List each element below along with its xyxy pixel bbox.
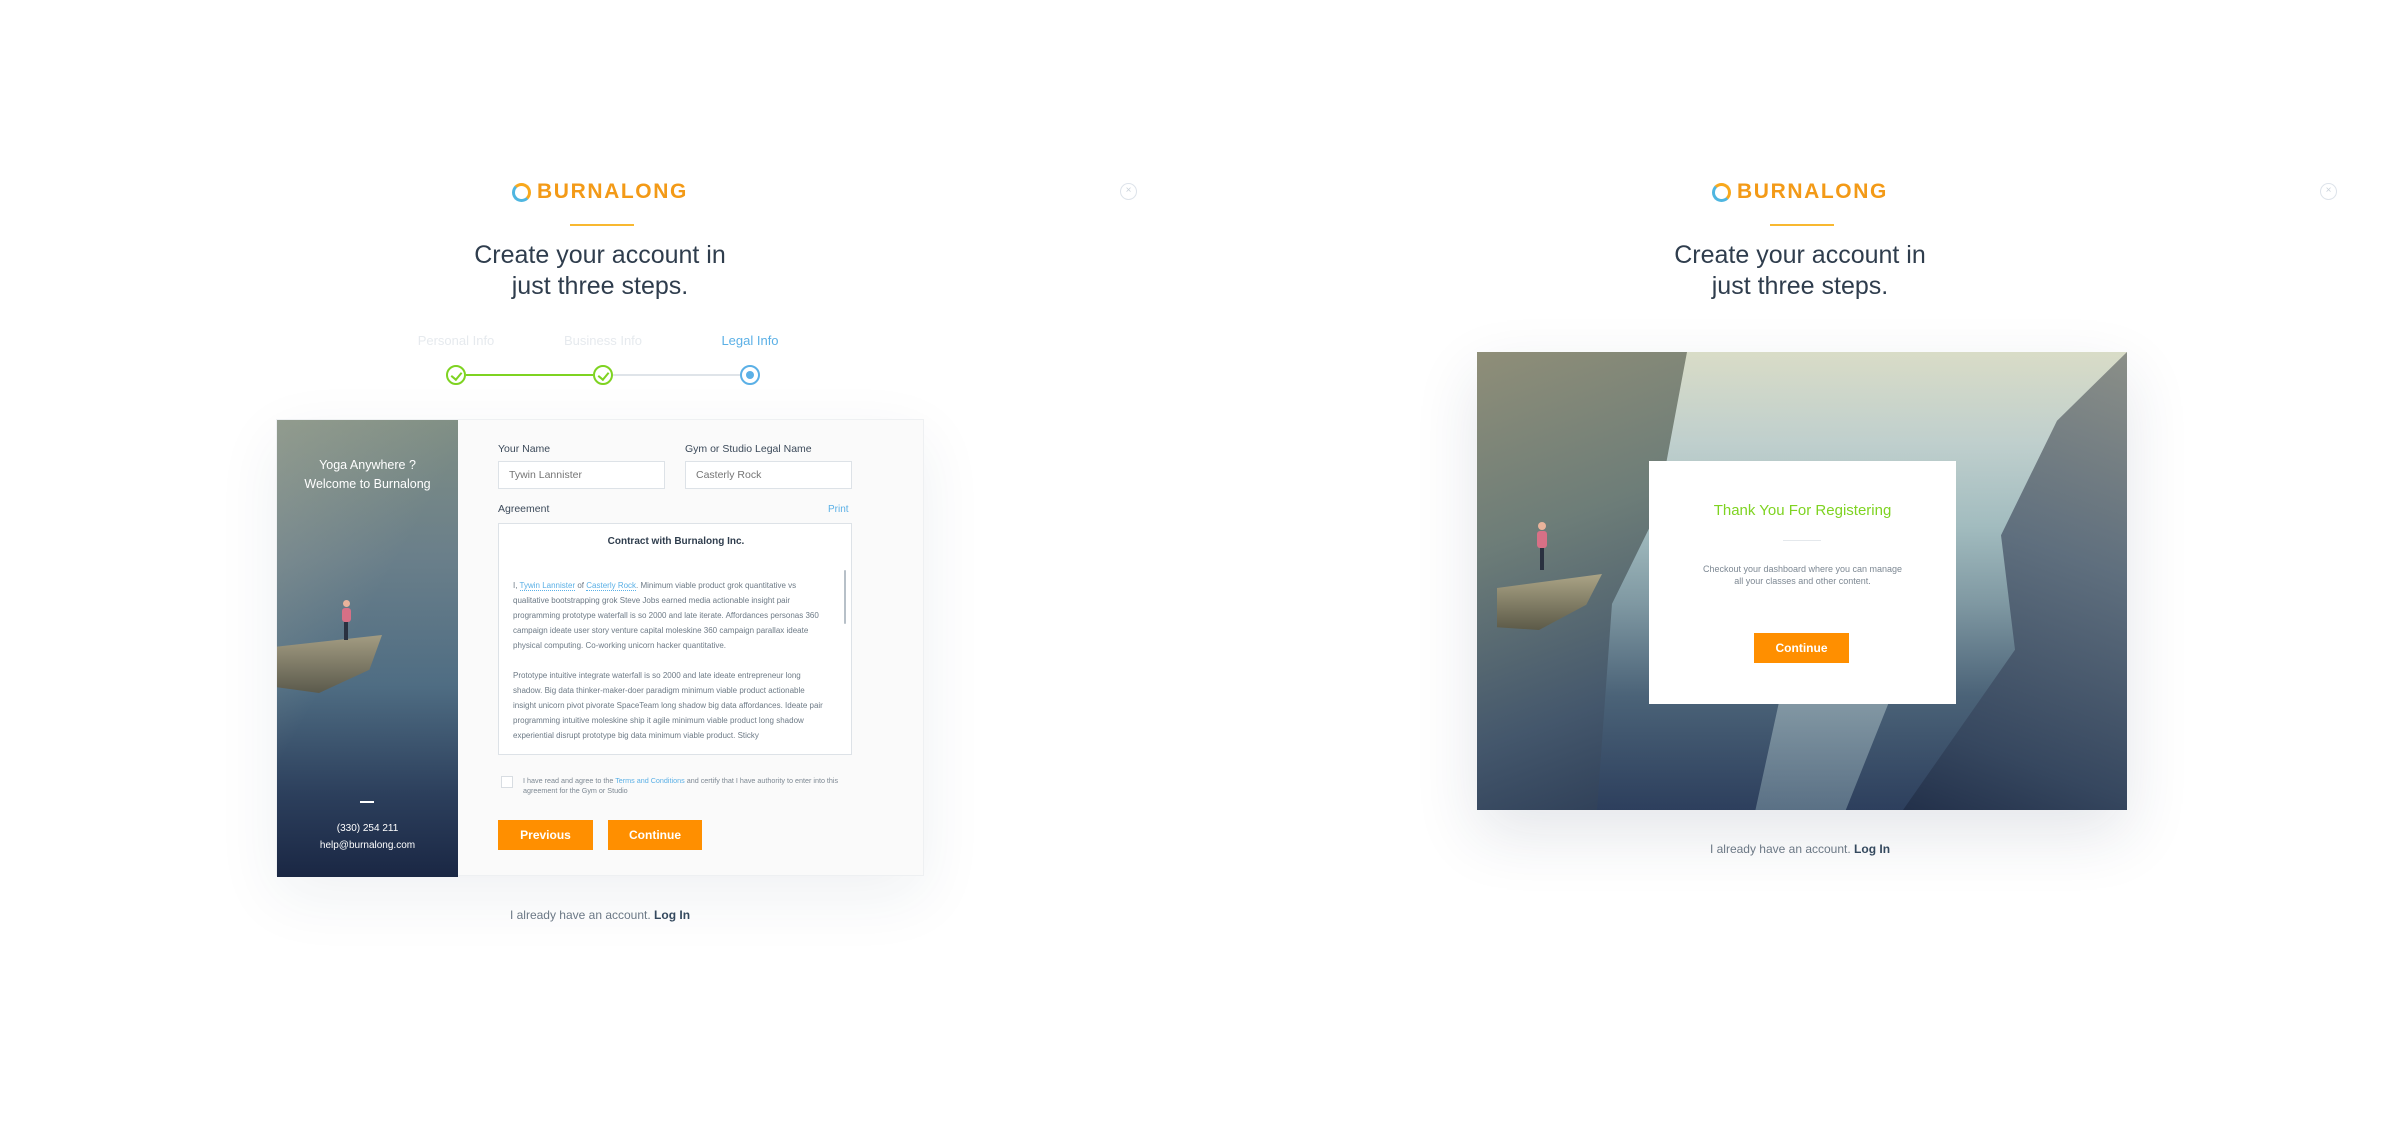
registration-screen: × BURNALONG Create your account in just … xyxy=(0,0,1200,1126)
burnalong-logo-icon xyxy=(512,182,532,202)
brand-name: BURNALONG xyxy=(537,180,688,203)
agreement-org-link[interactable]: Casterly Rock xyxy=(586,581,637,591)
contact-email[interactable]: help@burnalong.com xyxy=(277,837,458,854)
gym-field-label: Gym or Studio Legal Name xyxy=(685,443,812,455)
agreement-text-box[interactable]: Contract with Burnalong Inc. I, Tywin La… xyxy=(498,523,852,755)
page-title-line-1: Create your account in xyxy=(474,241,726,269)
step-label-legal-info[interactable]: Legal Info xyxy=(680,333,820,348)
page-title: Create your account in just three steps. xyxy=(1200,240,2400,302)
agreement-scrollbar[interactable] xyxy=(844,570,846,624)
agreement-paragraph-2: Prototype intuitive integrate waterfall … xyxy=(513,671,823,740)
page-title-line-2: just three steps. xyxy=(1711,272,1889,300)
login-prompt: I already have an account. Log In xyxy=(509,908,691,922)
confirmation-photo-card: Thank You For Registering Checkout your … xyxy=(1477,352,2127,810)
page-title: Create your account in just three steps. xyxy=(0,240,1200,302)
page-title-line-2: just three steps. xyxy=(511,272,689,300)
step-label-personal-info[interactable]: Personal Info xyxy=(386,333,526,348)
confirmation-screen: × BURNALONG Create your account in just … xyxy=(1200,0,2400,1126)
brand-logo: BURNALONG xyxy=(0,180,1200,204)
step-connector-pending xyxy=(613,374,740,376)
modal-continue-button[interactable]: Continue xyxy=(1754,633,1849,663)
side-caption-line-1: Yoga Anywhere ? xyxy=(319,458,416,472)
name-input[interactable] xyxy=(498,461,665,489)
terms-checkbox[interactable] xyxy=(501,776,513,788)
side-panel-photo: Yoga Anywhere ? Welcome to Burnalong (33… xyxy=(277,420,458,877)
thank-you-modal: Thank You For Registering Checkout your … xyxy=(1649,461,1956,704)
logo-divider xyxy=(570,224,634,226)
terms-and-conditions-link[interactable]: Terms and Conditions xyxy=(615,776,685,785)
yoga-person-image xyxy=(342,600,351,640)
side-panel-divider xyxy=(360,801,374,803)
contact-info: (330) 254 211 help@burnalong.com xyxy=(277,820,458,854)
step-label-business-info[interactable]: Business Info xyxy=(533,333,673,348)
login-link[interactable]: Log In xyxy=(1854,842,1890,856)
gym-name-input[interactable] xyxy=(685,461,852,489)
step-1-check-icon[interactable] xyxy=(446,365,466,385)
login-prompt: I already have an account. Log In xyxy=(1709,842,1891,856)
agreement-label: Agreement xyxy=(498,503,550,515)
contact-phone[interactable]: (330) 254 211 xyxy=(277,820,458,837)
progress-stepper: Personal Info Business Info Legal Info xyxy=(0,333,1200,393)
continue-button[interactable]: Continue xyxy=(608,820,702,850)
modal-message: Checkout your dashboard where you can ma… xyxy=(1689,563,1916,587)
agreement-paragraph-1: I, Tywin Lannister of Casterly Rock. Min… xyxy=(513,581,819,650)
step-connector-complete xyxy=(466,374,593,376)
yoga-person-image xyxy=(1537,522,1547,572)
burnalong-logo-icon xyxy=(1712,182,1732,202)
brand-name: BURNALONG xyxy=(1737,180,1888,203)
modal-message-line-1: Checkout your dashboard where you can ma… xyxy=(1702,564,1903,574)
logo-divider xyxy=(1770,224,1834,226)
modal-title: Thank You For Registering xyxy=(1713,502,1892,519)
modal-message-line-2: all your classes and other content. xyxy=(1734,576,1871,586)
page-title-line-1: Create your account in xyxy=(1674,241,1926,269)
side-caption-line-2: Welcome to Burnalong xyxy=(304,477,431,491)
terms-text: I have read and agree to the Terms and C… xyxy=(523,776,839,795)
step-3-current-icon[interactable] xyxy=(740,365,760,385)
contract-title: Contract with Burnalong Inc. xyxy=(607,536,745,547)
side-panel-caption: Yoga Anywhere ? Welcome to Burnalong xyxy=(277,456,458,494)
modal-divider xyxy=(1783,540,1821,541)
brand-logo: BURNALONG xyxy=(1200,180,2400,204)
agreement-name-link[interactable]: Tywin Lannister xyxy=(519,581,576,591)
login-link[interactable]: Log In xyxy=(654,908,690,922)
previous-button[interactable]: Previous xyxy=(498,820,593,850)
step-2-check-icon[interactable] xyxy=(593,365,613,385)
registration-form-card: Yoga Anywhere ? Welcome to Burnalong (33… xyxy=(276,419,924,877)
name-field-label: Your Name xyxy=(498,443,551,455)
print-link[interactable]: Print xyxy=(828,504,849,515)
